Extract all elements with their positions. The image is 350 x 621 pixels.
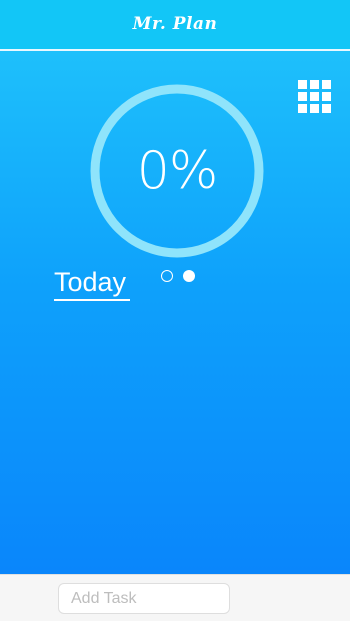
main-panel: 0% Today	[0, 51, 350, 574]
add-task-input[interactable]	[58, 583, 230, 614]
page-indicator	[160, 270, 200, 284]
page-dot-1[interactable]	[161, 270, 173, 282]
progress-percentage: 0%	[136, 141, 219, 201]
day-label[interactable]: Today	[54, 269, 130, 301]
grid-menu-button[interactable]	[298, 80, 332, 114]
app-screen: Mr. Plan 0% Today	[0, 0, 350, 621]
grid-icon	[298, 80, 307, 89]
footer-bar	[0, 574, 350, 621]
app-title: Mr. Plan	[132, 13, 218, 34]
header-bar: Mr. Plan	[0, 0, 350, 51]
page-dot-2[interactable]	[183, 270, 195, 282]
